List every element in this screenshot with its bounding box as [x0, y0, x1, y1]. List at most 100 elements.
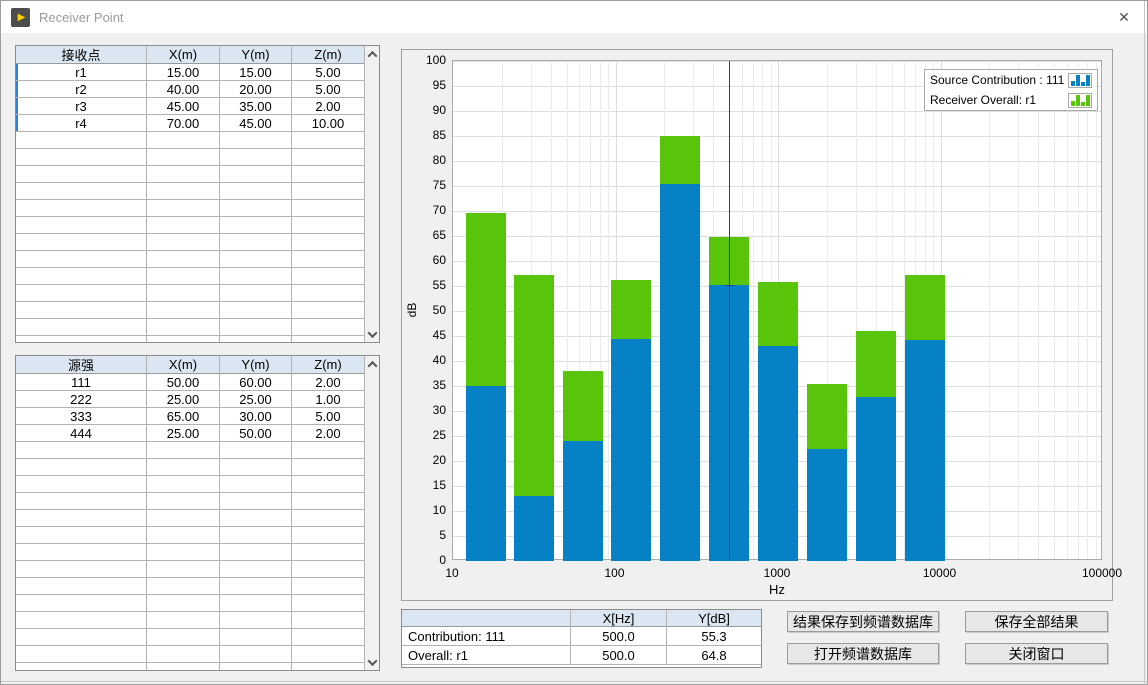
chart-cursor[interactable] [729, 61, 730, 559]
table-cell[interactable]: 1.00 [292, 391, 364, 408]
table-cell[interactable]: 5.00 [292, 64, 364, 81]
table-cell[interactable]: 5.00 [292, 81, 364, 98]
table-cell[interactable]: 2.00 [292, 98, 364, 115]
table-cell[interactable]: 2.00 [292, 374, 364, 391]
table-cell[interactable] [147, 612, 220, 629]
table-cell[interactable] [16, 302, 147, 319]
table-cell[interactable] [220, 234, 292, 251]
table-cell[interactable] [220, 302, 292, 319]
table-cell[interactable] [16, 336, 147, 343]
scroll-up-button[interactable] [365, 46, 379, 62]
table-cell[interactable] [220, 510, 292, 527]
table-cell[interactable] [292, 336, 364, 343]
table-cell[interactable] [292, 234, 364, 251]
table-cell[interactable] [147, 166, 220, 183]
table-cell[interactable]: 15.00 [147, 64, 220, 81]
table-cell[interactable]: 111 [16, 374, 147, 391]
table-cell[interactable] [16, 149, 147, 166]
table-cell[interactable] [220, 132, 292, 149]
table-cell[interactable]: 55.3 [667, 627, 761, 646]
table-cell[interactable] [16, 629, 147, 646]
table-cell[interactable]: 30.00 [220, 408, 292, 425]
table-cell[interactable] [16, 544, 147, 561]
table-cell[interactable] [220, 285, 292, 302]
table-cell[interactable] [147, 459, 220, 476]
table-cell[interactable] [220, 476, 292, 493]
table-cell[interactable] [292, 612, 364, 629]
table-cell[interactable] [16, 442, 147, 459]
table-cell[interactable]: r4 [16, 115, 147, 132]
table-cell[interactable] [16, 493, 147, 510]
close-window-button[interactable]: 关闭窗口 [965, 643, 1108, 664]
table-cell[interactable] [147, 268, 220, 285]
table-cell[interactable] [292, 663, 364, 671]
table-cell[interactable] [16, 612, 147, 629]
table-cell[interactable] [292, 510, 364, 527]
table-cell[interactable]: 2.00 [292, 425, 364, 442]
table-cell[interactable] [292, 493, 364, 510]
table-cell[interactable]: 500.0 [571, 627, 667, 646]
table-cell[interactable] [147, 561, 220, 578]
table-cell[interactable] [220, 319, 292, 336]
table-cell[interactable] [147, 183, 220, 200]
table-cell[interactable] [16, 251, 147, 268]
table-cell[interactable] [220, 544, 292, 561]
scroll-down-button[interactable] [365, 654, 379, 670]
table-cell[interactable] [220, 200, 292, 217]
table-cell[interactable] [220, 595, 292, 612]
table-cell[interactable] [292, 476, 364, 493]
table-cell[interactable]: Overall: r1 [402, 646, 571, 665]
table-cell[interactable] [292, 268, 364, 285]
table-cell[interactable] [16, 200, 147, 217]
table-cell[interactable] [16, 510, 147, 527]
table-cell[interactable] [147, 149, 220, 166]
table-cell[interactable] [220, 149, 292, 166]
table-cell[interactable] [147, 578, 220, 595]
table-cell[interactable] [16, 319, 147, 336]
table-cell[interactable] [292, 166, 364, 183]
table-cell[interactable] [220, 663, 292, 671]
table-cell[interactable] [292, 319, 364, 336]
table-cell[interactable] [292, 544, 364, 561]
table-cell[interactable] [16, 476, 147, 493]
table-cell[interactable]: 65.00 [147, 408, 220, 425]
table-cell[interactable]: 50.00 [147, 374, 220, 391]
table-cell[interactable] [292, 578, 364, 595]
table-cell[interactable] [292, 132, 364, 149]
table-cell[interactable] [220, 251, 292, 268]
table-cell[interactable]: 64.8 [667, 646, 761, 665]
table-cell[interactable] [292, 629, 364, 646]
table-cell[interactable] [292, 646, 364, 663]
table-cell[interactable]: 45.00 [220, 115, 292, 132]
table-cell[interactable]: 25.00 [220, 391, 292, 408]
table-cell[interactable]: r3 [16, 98, 147, 115]
table-cell[interactable] [220, 166, 292, 183]
table-cell[interactable] [16, 578, 147, 595]
table-cell[interactable] [147, 442, 220, 459]
table-cell[interactable]: 15.00 [220, 64, 292, 81]
table-cell[interactable] [292, 527, 364, 544]
table-cell[interactable] [16, 459, 147, 476]
table-cell[interactable] [147, 663, 220, 671]
table-cell[interactable] [220, 527, 292, 544]
legend-entry[interactable]: Receiver Overall: r1 [925, 90, 1097, 110]
table-cell[interactable] [16, 595, 147, 612]
table-cell[interactable] [292, 459, 364, 476]
scroll-down-button[interactable] [365, 326, 379, 342]
table-cell[interactable]: 500.0 [571, 646, 667, 665]
table-cell[interactable]: 10.00 [292, 115, 364, 132]
table-cell[interactable] [292, 442, 364, 459]
table-cell[interactable] [220, 578, 292, 595]
table-cell[interactable] [16, 217, 147, 234]
table-cell[interactable] [16, 166, 147, 183]
table-cell[interactable] [292, 149, 364, 166]
table-cell[interactable] [147, 251, 220, 268]
table-cell[interactable] [147, 285, 220, 302]
table-cell[interactable]: 40.00 [147, 81, 220, 98]
table-cell[interactable] [147, 336, 220, 343]
table-cell[interactable]: 25.00 [147, 425, 220, 442]
table-cell[interactable] [147, 132, 220, 149]
table-cell[interactable]: 35.00 [220, 98, 292, 115]
table-cell[interactable] [292, 183, 364, 200]
table-cell[interactable] [220, 268, 292, 285]
